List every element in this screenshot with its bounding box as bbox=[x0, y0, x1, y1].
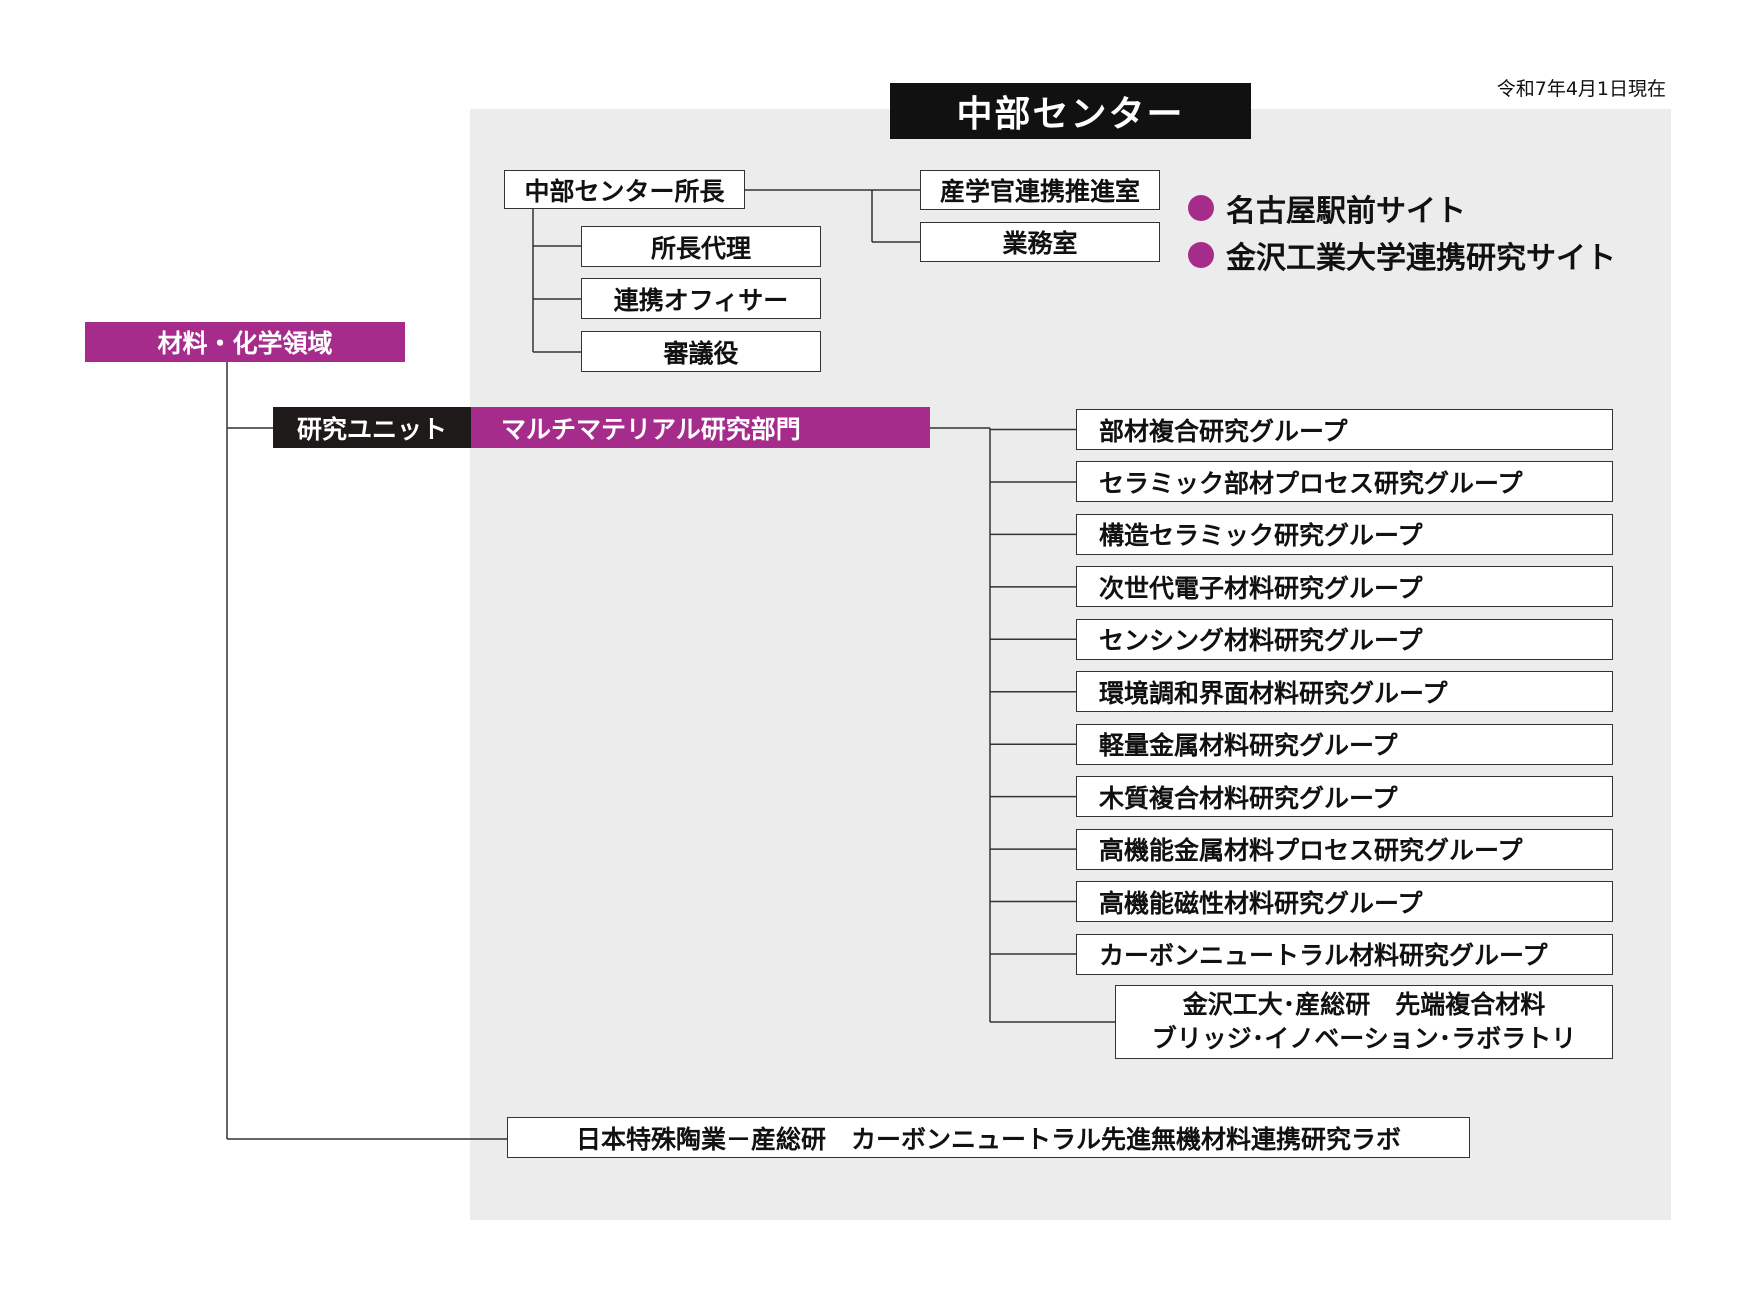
research-group-box: 次世代電子材料研究グループ bbox=[1076, 566, 1613, 608]
bullet-dot-icon bbox=[1188, 242, 1214, 268]
research-group-box: 構造セラミック研究グループ bbox=[1076, 513, 1613, 555]
lab-line-1: 金沢工大･産総研 先端複合材料 bbox=[1182, 990, 1546, 1019]
research-group-box: 軽量金属材料研究グループ bbox=[1076, 723, 1613, 765]
site-item-nagoya: 名古屋駅前サイト bbox=[1188, 186, 1466, 230]
site-label: 金沢工業大学連携研究サイト bbox=[1226, 241, 1616, 276]
research-group-box: 高機能金属材料プロセス研究グループ bbox=[1076, 828, 1613, 870]
research-group-box: セラミック部材プロセス研究グループ bbox=[1076, 461, 1613, 503]
staff-box-deputy: 所長代理 bbox=[581, 226, 821, 267]
research-group-box: 部材複合研究グループ bbox=[1076, 409, 1613, 450]
staff-box-councilor: 審議役 bbox=[581, 331, 821, 372]
bullet-dot-icon bbox=[1188, 195, 1214, 221]
research-group-box: 高機能磁性材料研究グループ bbox=[1076, 881, 1613, 923]
research-group-box: 環境調和界面材料研究グループ bbox=[1076, 671, 1613, 713]
site-label: 名古屋駅前サイト bbox=[1226, 194, 1466, 229]
site-item-kanazawa: 金沢工業大学連携研究サイト bbox=[1188, 233, 1616, 277]
lab-line-2: ブリッジ･イノベーション･ラボラトリ bbox=[1151, 1024, 1577, 1053]
domain-box: 材料・化学領域 bbox=[85, 322, 405, 362]
joint-lab-box: 日本特殊陶業－産総研 カーボンニュートラル先進無機材料連携研究ラボ bbox=[507, 1117, 1470, 1158]
research-group-box: カーボンニュートラル材料研究グループ bbox=[1076, 933, 1613, 975]
research-unit-name: マルチマテリアル研究部門 bbox=[471, 407, 930, 448]
center-title: 中部センター bbox=[890, 83, 1251, 139]
research-group-box: センシング材料研究グループ bbox=[1076, 618, 1613, 660]
office-box-operations: 業務室 bbox=[920, 222, 1160, 262]
office-box-collaboration: 産学官連携推進室 bbox=[920, 170, 1160, 210]
staff-box-officer: 連携オフィサー bbox=[581, 278, 821, 319]
as-of-date: 令和7年4月1日現在 bbox=[1496, 78, 1666, 100]
director-box: 中部センター所長 bbox=[504, 170, 745, 209]
research-unit-label: 研究ユニット bbox=[273, 407, 471, 448]
research-group-box: 木質複合材料研究グループ bbox=[1076, 776, 1613, 818]
lab-box-kanazawa: 金沢工大･産総研 先端複合材料 ブリッジ･イノベーション･ラボラトリ bbox=[1115, 985, 1613, 1059]
